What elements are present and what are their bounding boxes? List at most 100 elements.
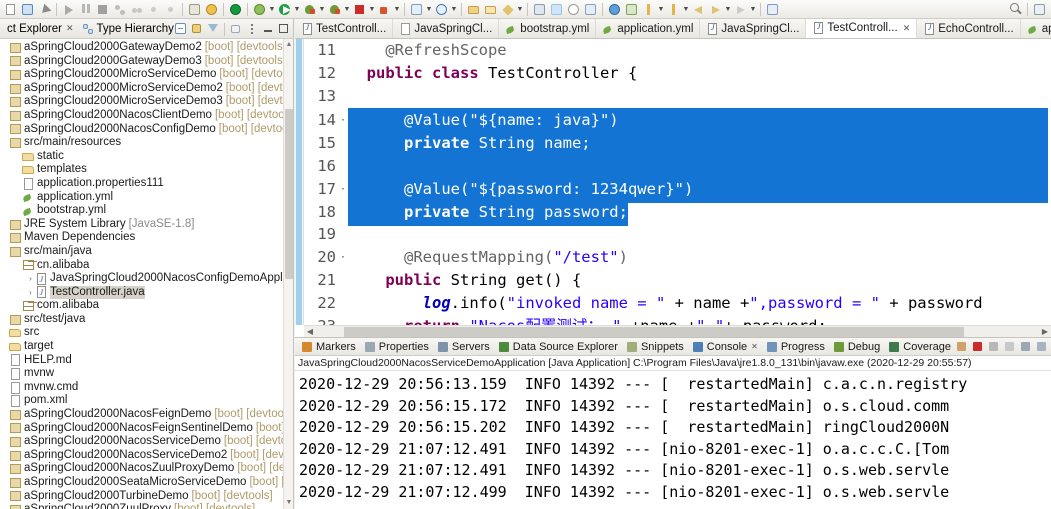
drop-to-frame-button[interactable] <box>162 1 179 18</box>
next-annotation-button[interactable] <box>640 1 657 18</box>
remove-all-icon[interactable] <box>1003 340 1017 354</box>
console-tab[interactable]: Servers <box>433 341 494 353</box>
project-tree[interactable]: aSpringCloud2000GatewayDemo2 [boot] [devt… <box>0 39 283 509</box>
suspend-button[interactable] <box>77 1 94 18</box>
console-tab[interactable]: Markers <box>297 341 360 353</box>
debug-button[interactable] <box>301 1 318 18</box>
annotation-gutter[interactable] <box>295 39 304 325</box>
ant-dropdown[interactable] <box>516 2 524 17</box>
stop-all-button[interactable] <box>351 1 368 18</box>
coverage-dropdown[interactable] <box>343 2 351 17</box>
tree-item[interactable]: mvnw <box>0 367 283 381</box>
step-into-button[interactable] <box>111 1 128 18</box>
code-line[interactable]: 23 return "Nacos配置测试： " +name +","+ pass… <box>304 315 1051 325</box>
tree-item[interactable]: aSpringCloud2000MicroServiceDemo [boot] [… <box>0 68 283 82</box>
source-code[interactable]: 11 @RefreshScope 12 public class TestCont… <box>304 39 1051 325</box>
next-annotation-dropdown[interactable] <box>657 2 665 17</box>
code-line[interactable]: 13 <box>304 85 1051 108</box>
clear-console-icon[interactable] <box>1019 340 1033 354</box>
tree-item[interactable]: aSpringCloud2000MicroServiceDemo3 [boot] … <box>0 95 283 109</box>
tree-item[interactable]: application.properties111 <box>0 177 283 191</box>
expand-arrow-icon[interactable]: › <box>26 286 35 300</box>
code-line[interactable]: 17 · @Value("${password: 1234qwer}") <box>304 177 1051 203</box>
profile-dropdown[interactable] <box>393 2 401 17</box>
remove-launch-icon[interactable] <box>987 340 1001 354</box>
open-type-button[interactable] <box>186 1 203 18</box>
step-over-button[interactable] <box>128 1 145 18</box>
tab-project-explorer[interactable]: ct Explorer ✕ <box>0 19 78 38</box>
tree-item[interactable]: cn.alibaba <box>0 259 283 273</box>
relaunch-icon[interactable] <box>955 340 969 354</box>
tree-scroll-thumb[interactable] <box>285 109 293 279</box>
code-line[interactable]: 22 log.info("invoked name = " + name +",… <box>304 292 1051 315</box>
search-button[interactable] <box>203 1 220 18</box>
tree-item[interactable]: aSpringCloud2000NacosServiceDemo [boot] [… <box>0 435 283 449</box>
tree-item[interactable]: aSpringCloud2000MicroServiceDemo2 [boot] … <box>0 82 283 96</box>
maximize-icon[interactable] <box>277 22 291 36</box>
save-button[interactable] <box>19 1 36 18</box>
code-line[interactable]: 19 <box>304 223 1051 246</box>
close-icon[interactable]: ✕ <box>66 23 74 34</box>
tree-item[interactable]: aSpringCloud2000GatewayDemo3 [boot] [devt… <box>0 55 283 69</box>
open-resource-button[interactable] <box>465 1 482 18</box>
terminate-icon[interactable] <box>971 340 985 354</box>
tree-item[interactable]: aSpringCloud2000GatewayDemo2 [boot] [devt… <box>0 41 283 55</box>
new-java-dropdown[interactable] <box>425 2 433 17</box>
tree-item[interactable]: aSpringCloud2000NacosFeignDemo [boot] [de… <box>0 408 283 422</box>
fold-marker[interactable]: · <box>338 178 348 201</box>
scroll-left-icon[interactable]: ◀ <box>304 326 316 337</box>
tree-vertical-scrollbar[interactable]: ▲ ▼ <box>283 39 293 509</box>
expand-arrow-icon[interactable]: › <box>26 272 35 286</box>
editor-horizontal-scrollbar[interactable]: ◀ ▶ <box>304 325 1051 337</box>
filter-icon[interactable] <box>206 22 220 36</box>
pointer-button[interactable] <box>36 1 53 18</box>
editor-tab[interactable]: application.yml <box>596 19 701 38</box>
close-icon[interactable]: ✕ <box>751 342 758 351</box>
deploy-button[interactable] <box>582 1 599 18</box>
editor-tab[interactable]: EchoControll... <box>917 19 1021 38</box>
focus-icon[interactable] <box>229 22 243 36</box>
code-line[interactable]: 11 @RefreshScope <box>304 39 1051 62</box>
tree-item[interactable]: com.alibaba <box>0 299 283 313</box>
new-java-project-button[interactable] <box>408 1 425 18</box>
fold-marker[interactable]: · <box>338 109 348 132</box>
tree-item[interactable]: aSpringCloud2000NacosClientDemo [boot] [d… <box>0 109 283 123</box>
minimize-icon[interactable] <box>261 22 275 36</box>
terminate-button[interactable] <box>94 1 111 18</box>
browser-button[interactable] <box>606 1 623 18</box>
tree-item[interactable]: src/main/resources <box>0 136 283 150</box>
tree-item[interactable]: aSpringCloud2000NacosConfigDemo [boot] [d… <box>0 123 283 137</box>
console-output[interactable]: 2020-12-29 20:56:13.159 INFO 14392 --- [… <box>295 372 1051 509</box>
quick-access-search-button[interactable] <box>1007 1 1024 18</box>
new-wizard-button[interactable] <box>2 1 19 18</box>
open-perspective-button[interactable] <box>623 1 640 18</box>
open-perspective-switcher[interactable] <box>1031 1 1048 18</box>
stop-dropdown[interactable] <box>368 2 376 17</box>
console-tab[interactable]: Data Source Explorer <box>494 341 622 353</box>
scroll-up-icon[interactable]: ▲ <box>285 40 293 50</box>
console-tab[interactable]: Console ✕ <box>688 341 762 353</box>
tree-item[interactable]: aSpringCloud2000ZuulProxy[boot] [devtool… <box>0 503 283 509</box>
tree-item[interactable]: Maven Dependencies <box>0 231 283 245</box>
code-line[interactable]: 21 public String get() { <box>304 269 1051 292</box>
code-line[interactable]: 16 <box>304 154 1051 180</box>
back-button[interactable] <box>690 1 707 18</box>
last-edit-button[interactable] <box>732 1 749 18</box>
refresh-button[interactable] <box>565 1 582 18</box>
console-tab[interactable]: Coverage <box>884 341 955 353</box>
link-with-editor-icon[interactable] <box>190 22 204 36</box>
tree-item[interactable]: › TestController.java <box>0 285 283 300</box>
tree-item[interactable]: pom.xml <box>0 394 283 408</box>
last-edit-dropdown[interactable] <box>749 2 757 17</box>
run-button[interactable] <box>276 1 293 18</box>
maven-build-button[interactable] <box>531 1 548 18</box>
editor-tab[interactable]: application.... <box>1021 19 1051 38</box>
editor-tab[interactable]: JavaSpringCl... <box>393 19 500 38</box>
code-line[interactable]: 18 private String password; <box>304 200 1051 226</box>
new-window-button[interactable] <box>764 1 781 18</box>
console-tab[interactable]: Progress <box>762 341 829 353</box>
editor-tab[interactable]: bootstrap.yml <box>499 19 597 38</box>
editor-tab[interactable]: JavaSpringCl... <box>700 19 807 38</box>
tree-item[interactable]: static <box>0 150 283 164</box>
code-line[interactable]: 15 private String name; <box>304 131 1051 157</box>
